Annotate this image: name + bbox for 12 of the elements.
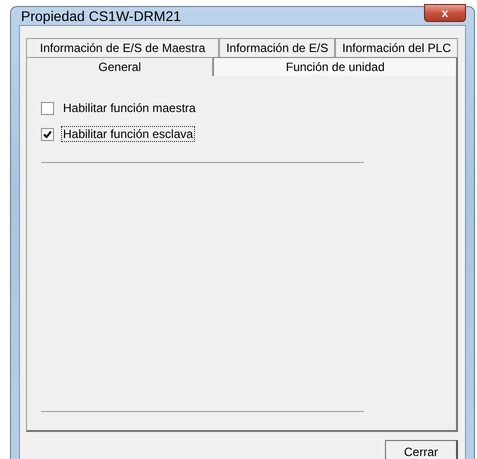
close-button[interactable]: x <box>424 4 466 22</box>
tab[interactable]: Información de E/S <box>219 38 336 57</box>
checkbox-label[interactable]: Habilitar función esclava <box>61 126 196 142</box>
close-dialog-button[interactable]: Cerrar <box>385 440 458 459</box>
tab[interactable]: General <box>26 57 214 76</box>
tab[interactable]: Información de E/S de Maestra <box>26 38 220 57</box>
tab[interactable]: Función de unidad <box>213 57 458 76</box>
window-title: Propiedad CS1W-DRM21 <box>20 8 182 24</box>
checkbox[interactable] <box>41 128 54 140</box>
checkbox-label[interactable]: Habilitar función maestra <box>61 100 198 116</box>
checkbox[interactable] <box>41 102 54 114</box>
tab[interactable]: Información del PLC <box>335 38 458 57</box>
